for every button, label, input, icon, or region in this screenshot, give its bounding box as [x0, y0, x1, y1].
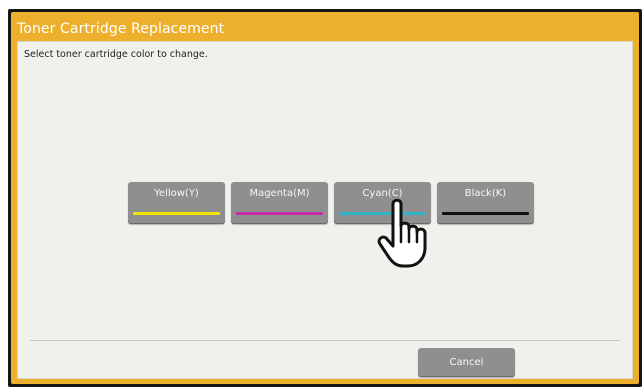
yellow-color-stripe [133, 212, 220, 215]
yellow-toner-label: Yellow(Y) [154, 188, 199, 199]
dialog-title: Toner Cartridge Replacement [17, 21, 225, 37]
dialog-frame: Toner Cartridge Replacement Select toner… [8, 9, 642, 387]
black-toner-button[interactable]: Black(K) [437, 182, 534, 224]
magenta-color-stripe [236, 212, 323, 215]
magenta-toner-button[interactable]: Magenta(M) [231, 182, 328, 224]
black-color-stripe [442, 212, 529, 215]
yellow-toner-button[interactable]: Yellow(Y) [128, 182, 225, 224]
hand-pointer-icon [377, 198, 427, 268]
toner-color-buttons: Yellow(Y) Magenta(M) Cyan(C) Black(K) [128, 182, 534, 224]
instruction-text: Select toner cartridge color to change. [24, 49, 208, 60]
cancel-button[interactable]: Cancel [418, 348, 515, 377]
dialog-content: Select toner cartridge color to change. … [17, 41, 633, 379]
footer-divider [30, 340, 620, 341]
dialog-panel: Toner Cartridge Replacement Select toner… [11, 12, 639, 384]
black-toner-label: Black(K) [464, 188, 507, 199]
magenta-toner-label: Magenta(M) [249, 188, 310, 199]
